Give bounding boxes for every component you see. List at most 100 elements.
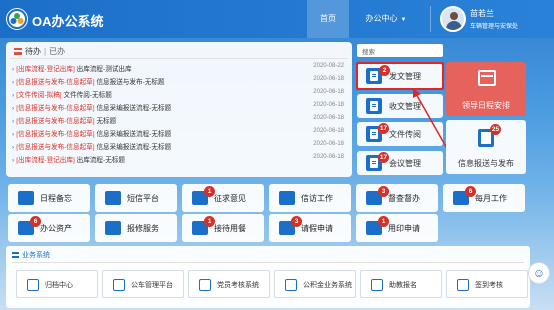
calendar-icon — [478, 70, 496, 86]
tile-petition[interactable]: 信访工作 — [269, 184, 351, 212]
meeting-badge: 17 — [378, 152, 389, 163]
todo-tag: [信息报送与发布-信息起草] — [16, 118, 95, 125]
tile-label: 每月工作 — [475, 194, 507, 203]
tile-label: 督查督办 — [388, 194, 420, 203]
todo-row[interactable]: › [文件传阅-拟稿] 文件传阅-无标题 2020-06-18 — [12, 89, 346, 101]
todo-text: 文件传阅-无标题 — [63, 92, 112, 99]
todo-date: 2020-06-18 — [313, 102, 344, 108]
flag-icon — [199, 279, 211, 291]
tile-supervision[interactable]: 3 督查督办 — [356, 184, 438, 212]
tile-solicit-opinion[interactable]: 1 征求意见 — [182, 184, 264, 212]
calendar-icon — [18, 191, 34, 205]
calendar-check-icon — [457, 279, 469, 291]
chevron-right-icon: › — [12, 66, 15, 73]
document-icon — [366, 98, 382, 114]
biz-party-assessment[interactable]: 党员考核系统 — [188, 270, 270, 298]
doc-circulate-badge: 17 — [378, 123, 389, 134]
todo-row[interactable]: › [信息报送与发布-信息起草] 无标题 2020-06-18 — [12, 115, 346, 127]
tile-seal-request[interactable]: 1 用印申请 — [356, 214, 438, 242]
biz-label: 签到考核 — [475, 282, 503, 289]
tile-label: 短信平台 — [127, 194, 159, 203]
floating-chat-button[interactable]: ☺ — [528, 262, 550, 284]
tab-pending[interactable]: 待办 — [25, 47, 41, 56]
avatar[interactable] — [440, 6, 466, 32]
todo-row[interactable]: › [出库流程-登记出库] 出库流程-无标题 2020-06-18 — [12, 154, 346, 166]
todo-row[interactable]: › [信息报送与发布-信息起草] 信息采编报送流程-无标题 2020-06-18 — [12, 102, 346, 114]
info-report-tile[interactable]: 25 信息报送与发布 — [446, 120, 526, 174]
todo-tag: [信息报送与发布-信息起草] — [16, 131, 95, 138]
biz-tutor-registration[interactable]: 助教报名 — [360, 270, 442, 298]
building-icon — [279, 191, 295, 205]
chevron-right-icon: › — [12, 79, 15, 86]
tile-label: 信访工作 — [301, 194, 333, 203]
todo-date: 2020-06-18 — [313, 141, 344, 147]
list-icon — [14, 48, 22, 56]
business-title: 业务系统 — [12, 250, 50, 260]
todo-text: 信息采编报送流程-无标题 — [96, 144, 172, 151]
todo-row[interactable]: › [信息报送与发布-信息起草] 信息采编报送流程-无标题 2020-06-18 — [12, 141, 346, 153]
todo-tag: [出库流程-登记出库] — [16, 66, 75, 73]
todo-date: 2020-06-18 — [313, 89, 344, 95]
building-icon — [285, 279, 297, 291]
todo-tag: [信息报送与发布-信息起草] — [16, 79, 95, 86]
tile-office-assets[interactable]: 6 办公资产 — [8, 214, 90, 242]
chevron-down-icon: ▼ — [400, 17, 407, 23]
chevron-right-icon: › — [12, 118, 15, 125]
todo-tag: [信息报送与发布-信息起草] — [16, 105, 95, 112]
biz-label: 助教报名 — [389, 282, 417, 289]
tile-label: 请假申请 — [301, 224, 333, 233]
user-name: 苗若兰 — [470, 9, 494, 18]
todo-text: 出库流程-测试出库 — [76, 66, 132, 73]
todo-date: 2020-06-18 — [313, 76, 344, 82]
tile-label: 报修服务 — [127, 224, 159, 233]
leader-schedule-tile[interactable]: 领导日程安排 — [446, 62, 526, 116]
todo-text: 信息采编报送流程-无标题 — [96, 105, 172, 112]
tile-label: 征求意见 — [214, 194, 246, 203]
biz-checkin-assessment[interactable]: 签到考核 — [446, 270, 528, 298]
chevron-right-icon: › — [12, 144, 15, 151]
nav-office-center[interactable]: 办公中心 ▼ — [356, 0, 416, 38]
biz-label: 公积金业务系统 — [303, 282, 352, 289]
app-title: OA办公系统 — [32, 14, 104, 29]
nav-home[interactable]: 首页 — [307, 0, 349, 38]
tile-monthly-work[interactable]: 6 每月工作 — [443, 184, 525, 212]
todo-tag: [文件传阅-拟稿] — [16, 92, 62, 99]
chevron-right-icon: › — [12, 131, 15, 138]
header-divider — [430, 6, 431, 32]
todo-divider — [10, 58, 348, 59]
tile-leave-request[interactable]: 3 请假申请 — [269, 214, 351, 242]
chevron-right-icon: › — [12, 157, 15, 164]
tile-label: 日程备忘 — [40, 194, 72, 203]
todo-row[interactable]: › [出库流程-登记出库] 出库流程-测试出库 2020-08-22 — [12, 63, 346, 75]
biz-label: 公车管理平台 — [131, 282, 173, 289]
tile-reception-dining[interactable]: 1 接待用餐 — [182, 214, 264, 242]
biz-archive-center[interactable]: 归档中心 — [16, 270, 98, 298]
business-title-text: 业务系统 — [22, 252, 50, 259]
biz-housing-fund[interactable]: 公积金业务系统 — [274, 270, 356, 298]
app-logo-icon — [6, 8, 28, 30]
todo-text: 信息报送与发布-无标题 — [96, 79, 165, 86]
todo-date: 2020-06-18 — [313, 128, 344, 134]
leader-schedule-label: 领导日程安排 — [462, 101, 510, 110]
todo-date: 2020-06-18 — [313, 154, 344, 160]
business-divider — [12, 262, 524, 263]
tile-sms-platform[interactable]: 短信平台 — [95, 184, 177, 212]
tile-label: 用印申请 — [388, 224, 420, 233]
nav-office-label: 办公中心 — [365, 14, 398, 23]
todo-date: 2020-08-22 — [313, 63, 344, 69]
search-box[interactable]: 搜索 — [357, 44, 443, 57]
todo-row[interactable]: › [信息报送与发布-信息起草] 信息报送与发布-无标题 2020-06-18 — [12, 76, 346, 88]
todo-row[interactable]: › [信息报送与发布-信息起草] 信息采编报送流程-无标题 2020-06-18 — [12, 128, 346, 140]
todo-tag: [信息报送与发布-信息起草] — [16, 144, 95, 151]
tile-schedule-memo[interactable]: 日程备忘 — [8, 184, 90, 212]
tile-repair-service[interactable]: 报修服务 — [95, 214, 177, 242]
biz-label: 归档中心 — [45, 282, 73, 289]
todo-text: 无标题 — [96, 118, 117, 125]
archive-icon — [27, 279, 39, 291]
todo-tabs: 待办 | 已办 — [14, 46, 65, 57]
form-icon — [371, 279, 383, 291]
user-dept: 车辆管理与安保处 — [470, 24, 519, 30]
tile-label: 接待用餐 — [214, 224, 246, 233]
tab-done[interactable]: 已办 — [49, 47, 65, 56]
biz-vehicle-platform[interactable]: 公车管理平台 — [102, 270, 184, 298]
